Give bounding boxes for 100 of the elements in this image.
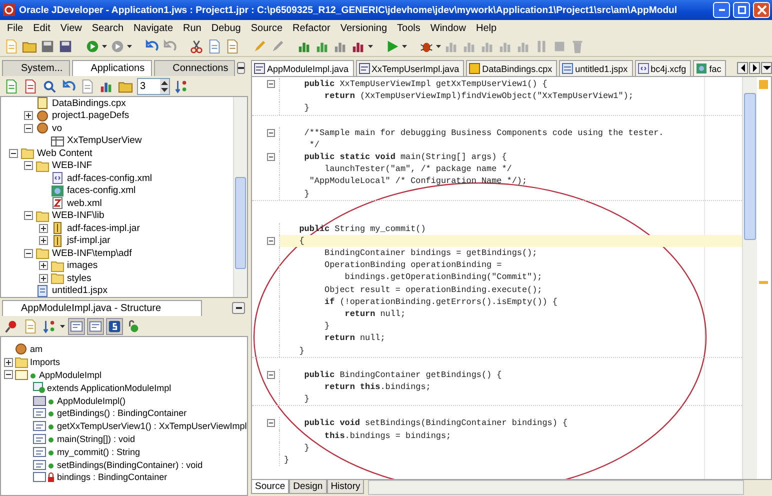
menu-item[interactable]: View bbox=[55, 22, 87, 34]
cut-icon[interactable] bbox=[189, 38, 204, 54]
delete-file-icon[interactable] bbox=[23, 78, 38, 94]
menu-item[interactable]: Help bbox=[470, 22, 502, 34]
expander-icon[interactable] bbox=[39, 224, 48, 233]
maximize-button[interactable] bbox=[733, 2, 750, 18]
tree-item[interactable]: my_commit() : String bbox=[57, 446, 140, 457]
expander-icon[interactable] bbox=[39, 236, 48, 246]
menu-item[interactable]: Search bbox=[86, 22, 129, 34]
tree-item[interactable]: bindings : BindingContainer bbox=[57, 472, 168, 482]
tree-item[interactable]: Imports bbox=[30, 357, 60, 368]
save-all-icon[interactable] bbox=[58, 38, 73, 54]
editor-tab[interactable]: DataBindings.cpx bbox=[466, 60, 558, 76]
caret-icon[interactable] bbox=[127, 44, 132, 48]
expander-icon[interactable] bbox=[24, 211, 33, 220]
caret-icon[interactable] bbox=[60, 324, 65, 328]
tree-item[interactable]: AppModuleImpl() bbox=[57, 396, 126, 406]
scroll-left-button[interactable] bbox=[737, 62, 748, 74]
undo-icon[interactable] bbox=[144, 38, 159, 54]
editor-mode-tab[interactable]: Design bbox=[289, 480, 327, 494]
menu-item[interactable]: Source bbox=[246, 22, 288, 34]
code-editor[interactable] bbox=[252, 77, 742, 479]
pin-icon[interactable] bbox=[4, 318, 19, 334]
fold-icon[interactable] bbox=[267, 370, 275, 379]
spinner-arrows-icon[interactable] bbox=[160, 78, 169, 94]
tree-item[interactable]: extends ApplicationModuleImpl bbox=[47, 382, 172, 393]
expander-icon[interactable] bbox=[39, 274, 48, 283]
field-filter-icon[interactable] bbox=[88, 318, 103, 334]
sort-icon[interactable] bbox=[174, 78, 189, 94]
menu-item[interactable]: Tools bbox=[392, 22, 426, 34]
structure-panel-tab[interactable]: AppModuleImpl.java - Structure bbox=[2, 300, 202, 316]
fold-icon[interactable] bbox=[267, 419, 275, 428]
level-spinner[interactable]: 3 bbox=[137, 78, 170, 94]
navigator-tab[interactable]: Connections bbox=[154, 60, 236, 76]
save-icon[interactable] bbox=[40, 38, 55, 54]
fold-icon[interactable] bbox=[267, 236, 275, 245]
tree-item[interactable]: untitled1.jspx bbox=[52, 285, 108, 296]
menu-item[interactable]: Window bbox=[425, 22, 471, 34]
tree-item[interactable]: WEB-INF\lib bbox=[52, 210, 104, 222]
editor-tab[interactable]: fac bbox=[693, 60, 726, 76]
navigator-tab[interactable]: Applications bbox=[72, 60, 152, 76]
tree-item[interactable]: XxTempUserView bbox=[67, 135, 142, 146]
tree-item[interactable]: project1.pageDefs bbox=[52, 110, 130, 122]
fold-icon[interactable] bbox=[267, 128, 275, 137]
editor-tab[interactable]: AppModuleImpl.java bbox=[251, 60, 354, 76]
tree-item[interactable]: am bbox=[30, 344, 43, 354]
close-button[interactable] bbox=[753, 2, 770, 18]
scrollbar[interactable] bbox=[742, 77, 757, 479]
editor-tab[interactable]: XxTempUserImpl.java bbox=[356, 60, 464, 76]
tree-item[interactable]: getXxTempUserView1() : XxTempUserViewImpl bbox=[57, 421, 247, 432]
tree-item[interactable]: getBindings() : BindingContainer bbox=[57, 408, 187, 418]
caret-icon[interactable] bbox=[368, 44, 373, 48]
tree-item[interactable]: jsf-impl.jar bbox=[67, 235, 110, 246]
caret-icon[interactable] bbox=[102, 44, 107, 48]
tree-item[interactable]: faces-config.xml bbox=[67, 185, 136, 196]
minimize-button[interactable] bbox=[713, 2, 730, 18]
refresh-icon[interactable] bbox=[61, 78, 76, 94]
scroll-right-button[interactable] bbox=[749, 62, 760, 74]
tree-item[interactable]: vo bbox=[52, 122, 62, 134]
editor-mode-tab[interactable]: Source bbox=[251, 480, 290, 494]
menu-item[interactable]: Navigate bbox=[128, 22, 178, 34]
expander-icon[interactable] bbox=[4, 370, 13, 380]
expander-icon[interactable] bbox=[24, 161, 33, 170]
tree-item[interactable]: WEB-INF bbox=[52, 160, 92, 172]
caret-icon[interactable] bbox=[402, 44, 407, 48]
tree-item[interactable]: WEB-INF\temp\adf bbox=[52, 248, 132, 259]
copy-icon[interactable] bbox=[207, 38, 222, 54]
expander-icon[interactable] bbox=[9, 148, 18, 158]
run-circle-icon[interactable] bbox=[85, 38, 100, 54]
menu-item[interactable]: Refactor bbox=[288, 22, 336, 34]
expander-icon[interactable] bbox=[24, 124, 33, 133]
fold-icon[interactable] bbox=[267, 153, 275, 162]
navigator-tab[interactable]: System... bbox=[2, 60, 70, 76]
document-icon[interactable] bbox=[80, 78, 95, 94]
tree-item[interactable]: images bbox=[67, 260, 98, 272]
tab-list-button[interactable] bbox=[761, 62, 772, 74]
tree-item[interactable]: AppModuleImpl bbox=[39, 370, 102, 380]
menu-item[interactable]: Edit bbox=[28, 22, 56, 34]
tree-item[interactable]: adf-faces-impl.jar bbox=[67, 222, 140, 234]
minimize-panel-button[interactable] bbox=[237, 62, 246, 74]
magnifier-icon[interactable] bbox=[42, 78, 57, 94]
fold-icon[interactable] bbox=[267, 80, 275, 88]
expander-icon[interactable] bbox=[4, 358, 13, 367]
paste-icon[interactable] bbox=[225, 38, 240, 54]
static-filter-icon[interactable] bbox=[107, 318, 122, 334]
editor-mode-tab[interactable]: History bbox=[326, 480, 364, 494]
tree-item[interactable]: DataBindings.cpx bbox=[52, 98, 126, 109]
sort-icon[interactable] bbox=[42, 318, 57, 334]
minimize-panel-button[interactable] bbox=[232, 302, 245, 314]
expander-icon[interactable] bbox=[24, 111, 33, 120]
tree-item[interactable]: web.xml bbox=[67, 198, 102, 209]
add-file-icon[interactable] bbox=[4, 78, 19, 94]
menu-item[interactable]: Debug bbox=[206, 22, 246, 34]
menu-item[interactable]: Versioning bbox=[335, 22, 392, 34]
menu-item[interactable]: File bbox=[2, 22, 28, 34]
tree-item[interactable]: main(String[]) : void bbox=[57, 434, 136, 444]
horizontal-scrollbar[interactable] bbox=[368, 480, 744, 495]
editor-tab[interactable]: bc4j.xcfg bbox=[634, 60, 692, 76]
method-filter-icon[interactable] bbox=[69, 318, 84, 334]
editor-tab[interactable]: untitled1.jspx bbox=[559, 60, 633, 76]
